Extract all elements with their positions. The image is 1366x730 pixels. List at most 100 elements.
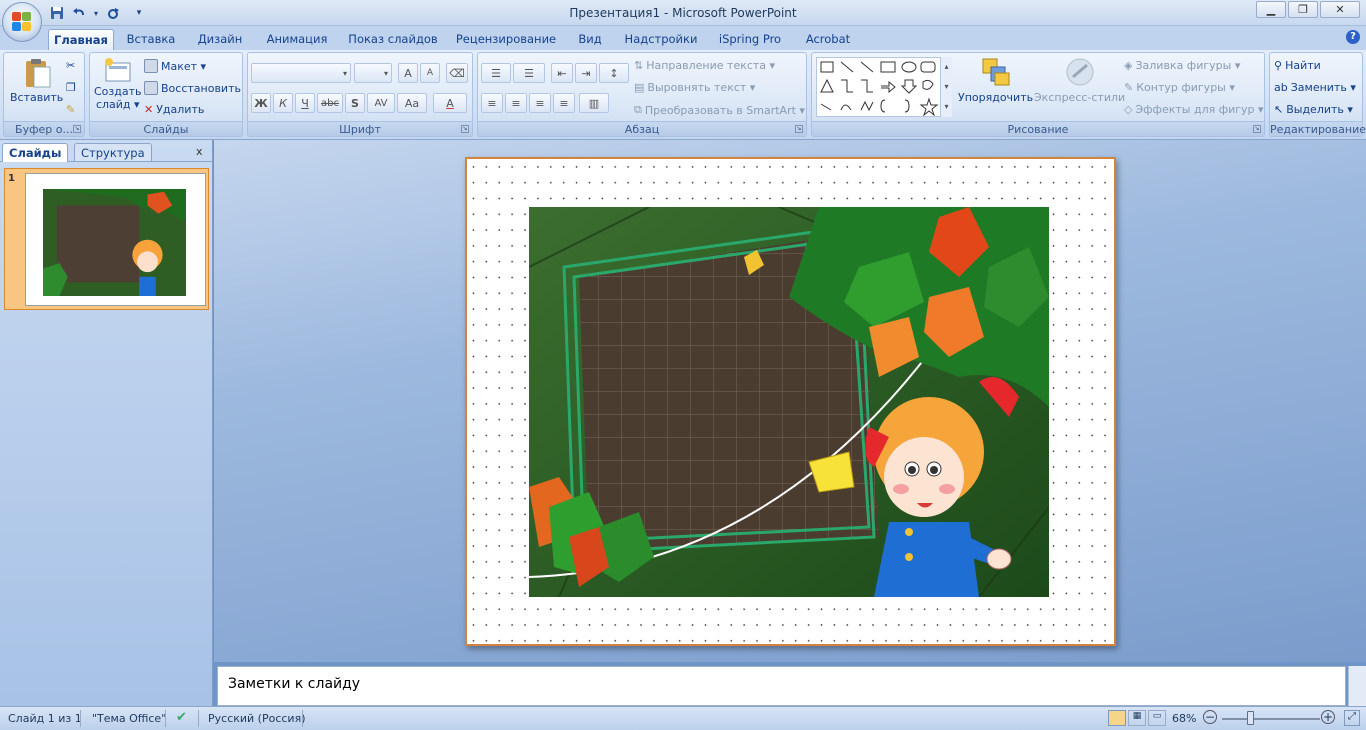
dialog-launcher-icon[interactable]: ↘: [795, 125, 803, 133]
close-pane-icon[interactable]: x: [196, 145, 203, 158]
shadow-button[interactable]: S: [345, 93, 365, 113]
grow-font-button[interactable]: A: [398, 63, 418, 83]
bold-button[interactable]: Ж: [251, 93, 271, 113]
notes-scrollbar[interactable]: [1348, 666, 1366, 706]
dialog-launcher-icon[interactable]: ↘: [73, 125, 81, 133]
tab-view[interactable]: Вид: [572, 29, 608, 50]
status-separator: [165, 710, 166, 727]
autumn-frame-illustration: [529, 207, 1049, 597]
shapes-gallery-scroll[interactable]: ▴ ▾ ▾: [940, 57, 952, 117]
shape-fill-label: Заливка фигуры ▾: [1135, 59, 1241, 72]
office-button[interactable]: [2, 2, 42, 42]
close-button[interactable]: ✕: [1320, 1, 1360, 18]
quick-styles-button[interactable]: Экспресс-стили: [1034, 57, 1125, 104]
dialog-launcher-icon[interactable]: ↘: [1253, 125, 1261, 133]
paste-icon: [25, 59, 51, 88]
notes-placeholder: Заметки к слайду: [228, 676, 361, 692]
font-color-button[interactable]: A: [433, 93, 467, 113]
strikethrough-button[interactable]: abc: [317, 93, 343, 113]
tab-outline[interactable]: Структура: [74, 143, 152, 162]
shrink-font-button[interactable]: A: [420, 63, 440, 83]
columns-icon[interactable]: ▥: [579, 93, 609, 113]
fit-to-window-icon[interactable]: ⤢: [1344, 710, 1360, 726]
clear-format-icon[interactable]: ⌫: [446, 63, 468, 83]
reset-button[interactable]: Восстановить: [144, 81, 241, 95]
decrease-indent-icon[interactable]: ⇤: [551, 63, 573, 83]
text-direction-icon: ⇅: [634, 59, 644, 72]
notes-pane[interactable]: Заметки к слайду: [217, 666, 1346, 706]
copy-icon[interactable]: ❐: [66, 81, 76, 94]
tab-home[interactable]: Главная: [48, 29, 114, 50]
zoom-slider-thumb[interactable]: [1247, 711, 1254, 725]
slides-pane: Слайды Структура x 1: [0, 140, 213, 706]
restore-button[interactable]: ❐: [1288, 1, 1318, 18]
shapes-gallery[interactable]: [816, 57, 950, 117]
char-spacing-button[interactable]: AV: [367, 93, 395, 113]
bullets-icon[interactable]: ☰: [481, 63, 511, 83]
tab-animation[interactable]: Анимация: [262, 29, 332, 50]
align-center-icon[interactable]: ≡: [505, 93, 527, 113]
normal-view-icon[interactable]: [1108, 710, 1126, 726]
slides-group-label: Слайды: [90, 121, 242, 136]
slide-picture[interactable]: [529, 207, 1049, 597]
status-separator: [80, 710, 81, 727]
numbering-icon[interactable]: ☰: [513, 63, 545, 83]
shape-outline-button[interactable]: ✎ Контур фигуры ▾: [1124, 81, 1235, 94]
slide-thumbnail[interactable]: 1: [4, 168, 209, 310]
align-left-icon[interactable]: ≡: [481, 93, 503, 113]
office-logo-icon: [12, 12, 32, 32]
line-spacing-icon[interactable]: ↕: [599, 63, 629, 83]
shape-effects-button[interactable]: ◇ Эффекты для фигур ▾: [1124, 103, 1264, 116]
layout-button[interactable]: Макет ▾: [144, 59, 206, 73]
dialog-launcher-icon[interactable]: ↘: [461, 125, 469, 133]
minimize-button[interactable]: ▁: [1256, 1, 1286, 18]
replace-button[interactable]: ab Заменить ▾: [1274, 81, 1356, 94]
paste-button[interactable]: Вставить: [10, 57, 63, 104]
tab-slides[interactable]: Слайды: [2, 143, 69, 162]
slideshow-icon[interactable]: ▭: [1148, 710, 1166, 726]
zoom-slider[interactable]: [1222, 718, 1320, 720]
replace-label: Заменить ▾: [1290, 81, 1356, 94]
cut-icon[interactable]: ✂: [66, 59, 75, 72]
tab-insert[interactable]: Вставка: [122, 29, 180, 50]
zoom-in-icon[interactable]: +: [1321, 710, 1335, 724]
spellcheck-icon[interactable]: ✔: [176, 710, 187, 725]
increase-indent-icon[interactable]: ⇥: [575, 63, 597, 83]
align-right-icon[interactable]: ≡: [529, 93, 551, 113]
text-direction-button[interactable]: ⇅ Направление текста ▾: [634, 59, 775, 72]
quick-styles-label: Экспресс-стили: [1034, 91, 1126, 104]
align-text-button[interactable]: ▤ Выровнять текст ▾: [634, 81, 755, 94]
drawing-group: ▴ ▾ ▾ Упорядочить Экспресс-стили ◈ Заливка …: [811, 52, 1265, 137]
font-family-select[interactable]: ▾: [251, 63, 351, 83]
change-case-button[interactable]: Aa: [397, 93, 427, 113]
language-indicator[interactable]: Русский (Россия): [208, 712, 306, 725]
paste-label: Вставить: [10, 91, 64, 104]
delete-slide-button[interactable]: ✕ Удалить: [144, 103, 204, 116]
view-buttons: ▦ ▭: [1108, 710, 1166, 726]
font-size-select[interactable]: ▾: [354, 63, 392, 83]
tab-slideshow[interactable]: Показ слайдов: [346, 29, 440, 50]
new-slide-button[interactable]: Создать слайд ▾: [94, 57, 142, 111]
help-icon[interactable]: ?: [1346, 30, 1360, 44]
tab-ispring[interactable]: iSpring Pro: [714, 29, 786, 50]
effects-icon: ◇: [1124, 103, 1133, 116]
slide-sorter-icon[interactable]: ▦: [1128, 710, 1146, 726]
shape-fill-button[interactable]: ◈ Заливка фигуры ▾: [1124, 59, 1240, 72]
tab-acrobat[interactable]: Acrobat: [798, 29, 858, 50]
zoom-out-icon[interactable]: −: [1203, 710, 1217, 724]
underline-button[interactable]: Ч: [295, 93, 315, 113]
tab-design[interactable]: Дизайн: [192, 29, 248, 50]
tab-addins[interactable]: Надстройки: [620, 29, 702, 50]
window-controls: ▁ ❐ ✕: [1256, 1, 1360, 18]
smartart-button[interactable]: ⧉ Преобразовать в SmartArt ▾: [634, 103, 805, 117]
ribbon-tabs: Главная Вставка Дизайн Анимация Показ сл…: [0, 26, 1366, 50]
justify-icon[interactable]: ≡: [553, 93, 575, 113]
slide-canvas[interactable]: [465, 157, 1116, 646]
italic-button[interactable]: К: [273, 93, 293, 113]
tab-review[interactable]: Рецензирование: [452, 29, 560, 50]
format-painter-icon[interactable]: ✎: [66, 103, 75, 116]
find-button[interactable]: ⚲ Найти: [1274, 59, 1321, 72]
arrange-button[interactable]: Упорядочить: [958, 57, 1033, 104]
select-button[interactable]: ↖ Выделить ▾: [1274, 103, 1353, 116]
zoom-level[interactable]: 68%: [1172, 712, 1196, 725]
